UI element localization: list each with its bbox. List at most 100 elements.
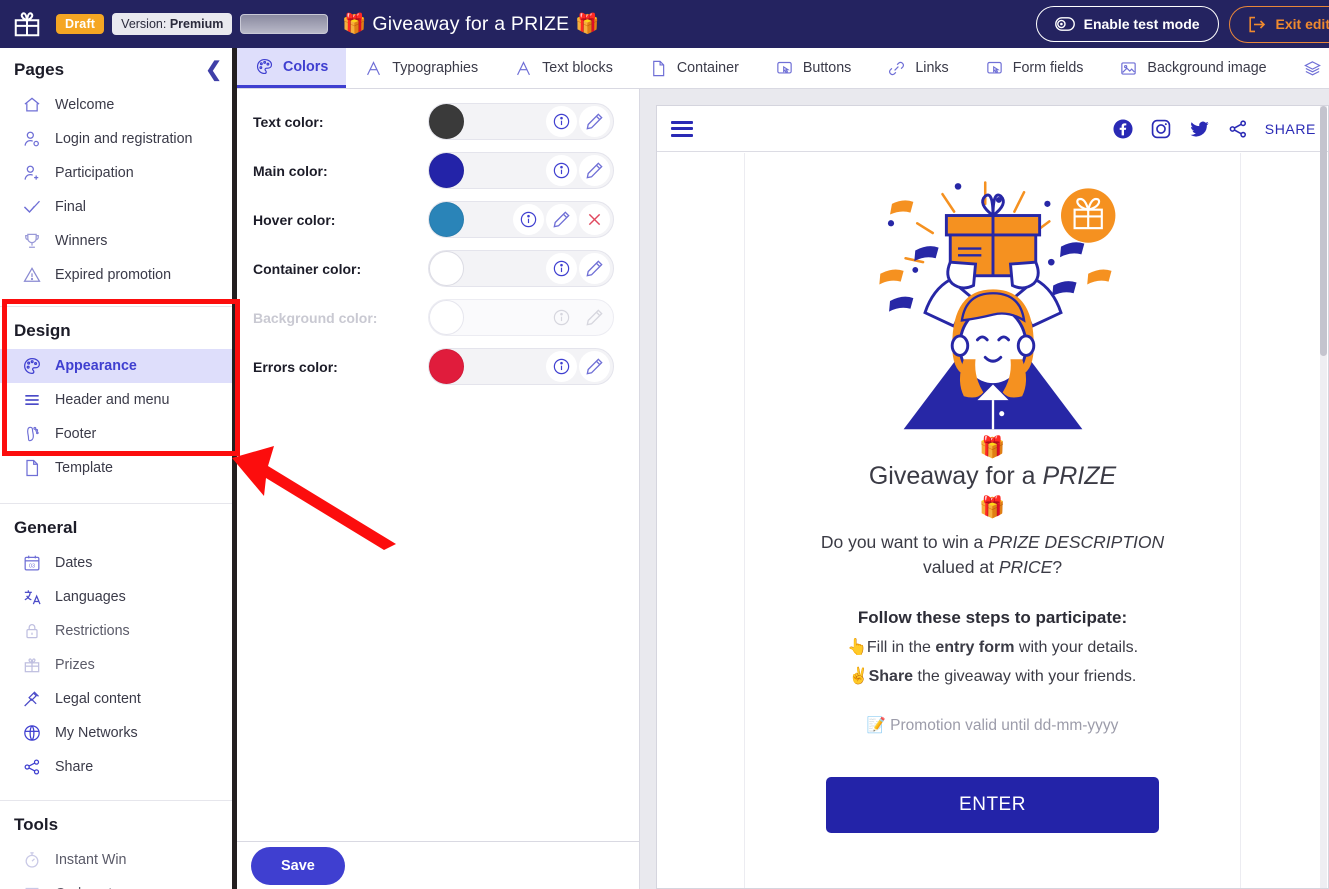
sidebar-item-prizes[interactable]: Prizes (0, 648, 236, 682)
pencil-icon[interactable] (579, 253, 610, 284)
sidebar-item-instant-win[interactable]: Instant Win (0, 843, 236, 877)
sidebar-item-restrictions[interactable]: Restrictions (0, 614, 236, 648)
sidebar-item-languages[interactable]: Languages (0, 580, 236, 614)
globe-icon (24, 725, 40, 741)
color-label: Hover color: (253, 211, 336, 228)
preview-scrollbar-thumb[interactable] (1320, 106, 1327, 356)
exit-door-icon (1248, 16, 1265, 32)
info-icon[interactable] (546, 155, 577, 186)
typography-icon (517, 60, 531, 75)
info-icon[interactable] (546, 351, 577, 382)
pencil-icon (579, 302, 610, 333)
version-badge: Version: Premium (112, 13, 233, 35)
sidebar-item-dates[interactable]: 03 Dates (0, 546, 236, 580)
palette-icon (256, 58, 273, 75)
color-swatch[interactable] (429, 104, 464, 139)
color-swatch-control (428, 299, 614, 336)
color-swatch[interactable] (429, 153, 464, 188)
color-swatch[interactable] (429, 202, 464, 237)
color-swatch[interactable] (429, 349, 464, 384)
sidebar-item-welcome[interactable]: Welcome (0, 88, 236, 122)
sidebar-item-header-and-menu[interactable]: Header and menu (0, 383, 236, 417)
share-label[interactable]: SHARE (1265, 121, 1316, 137)
sidebar-item-footer[interactable]: Footer (0, 417, 236, 451)
step2-bold: Share (868, 667, 914, 685)
promotion-name-placeholder[interactable] (240, 14, 329, 34)
info-icon[interactable] (546, 106, 577, 137)
sidebar-section-design-header: Design (0, 315, 236, 349)
color-swatch-control[interactable] (428, 250, 614, 287)
color-swatch[interactable] (429, 251, 464, 286)
sidebar-item-expired-promotion[interactable]: Expired promotion (0, 258, 236, 292)
sidebar-item-label: Welcome (55, 97, 115, 113)
sidebar-item-template[interactable]: Template (0, 451, 236, 485)
footprint-icon (27, 426, 39, 442)
tab-label: Container (676, 60, 739, 76)
tab-text-blocks[interactable]: Text blocks (496, 48, 631, 88)
sidebar-item-participation[interactable]: Participation (0, 156, 236, 190)
ticket-icon (25, 887, 39, 889)
sidebar-item-legal-content[interactable]: Legal content (0, 682, 236, 716)
share-nodes-icon[interactable] (1227, 118, 1249, 140)
save-button[interactable]: Save (251, 846, 345, 885)
sidebar-section-tools-header: Tools (0, 809, 236, 843)
exit-editor-button[interactable]: Exit editor (1228, 5, 1329, 43)
sidebar-item-label: Participation (55, 165, 134, 181)
sidebar-item-label: Share (55, 759, 94, 775)
sidebar-item-winners[interactable]: Winners (0, 224, 236, 258)
color-swatch-control[interactable] (428, 201, 614, 238)
tab-typographies[interactable]: Typographies (346, 48, 496, 88)
tab-buttons[interactable]: Buttons (757, 48, 869, 88)
info-icon[interactable] (546, 253, 577, 284)
typography-icon (367, 60, 381, 75)
exit-editor-label: Exit editor (1275, 16, 1329, 32)
sidebar-item-code-set[interactable]: Code set (0, 877, 236, 889)
preview-steps-title: Follow these steps to participate: (857, 607, 1128, 627)
tab-layers[interactable]: Layers (1285, 48, 1329, 88)
color-row-text-color: Text color: (237, 97, 639, 146)
tab-background-image[interactable]: Background image (1101, 48, 1284, 88)
sidebar-item-share[interactable]: Share (0, 750, 236, 784)
preview-scrollbar[interactable] (1320, 106, 1327, 888)
color-swatch (429, 300, 464, 335)
tab-label: Form fields (1012, 60, 1084, 76)
enable-test-mode-button[interactable]: Enable test mode (1035, 6, 1219, 42)
info-icon[interactable] (513, 204, 544, 235)
pages-title: Pages (14, 60, 65, 79)
sidebar-item-appearance[interactable]: Appearance (0, 349, 236, 383)
pencil-icon[interactable] (579, 106, 610, 137)
translate-icon (24, 590, 41, 605)
preview-heading: Giveaway for a PRIZE (773, 462, 1212, 491)
sidebar-item-login-and-registration[interactable]: Login and registration (0, 122, 236, 156)
sidebar-item-label: Appearance (55, 358, 137, 374)
color-swatch-control[interactable] (428, 103, 614, 140)
sidebar-item-final[interactable]: Final (0, 190, 236, 224)
tab-container[interactable]: Container (631, 48, 757, 88)
tab-form-fields[interactable]: Form fields (967, 48, 1102, 88)
pencil-icon[interactable] (579, 155, 610, 186)
enter-button[interactable]: ENTER (826, 776, 1159, 833)
pencil-icon[interactable] (579, 351, 610, 382)
step1-post: with your details. (1014, 638, 1139, 656)
facebook-icon[interactable] (1112, 118, 1134, 140)
pencil-icon[interactable] (546, 204, 577, 235)
color-label: Main color: (253, 162, 328, 179)
tab-colors[interactable]: Colors (237, 48, 347, 88)
twitter-icon[interactable] (1188, 118, 1211, 140)
sidebar-resize-edge[interactable] (232, 48, 237, 889)
close-x-icon[interactable] (579, 204, 610, 235)
instagram-icon[interactable] (1150, 118, 1172, 140)
color-swatch-control[interactable] (428, 152, 614, 189)
sidebar-item-my-networks[interactable]: My Networks (0, 716, 236, 750)
sidebar-item-label: Legal content (55, 691, 141, 707)
sub-part-3: ? (1052, 556, 1063, 577)
heading-italic: PRIZE (1042, 462, 1117, 490)
sidebar-item-label: Header and menu (55, 392, 170, 408)
tab-links[interactable]: Links (869, 48, 966, 88)
user-gear-icon (24, 131, 39, 147)
version-label: Version: (121, 17, 167, 31)
color-swatch-control[interactable] (428, 348, 614, 385)
chevron-left-icon[interactable]: ❮ (205, 60, 222, 80)
hamburger-menu-icon[interactable] (671, 120, 693, 137)
color-row-container-color: Container color: (237, 244, 639, 293)
